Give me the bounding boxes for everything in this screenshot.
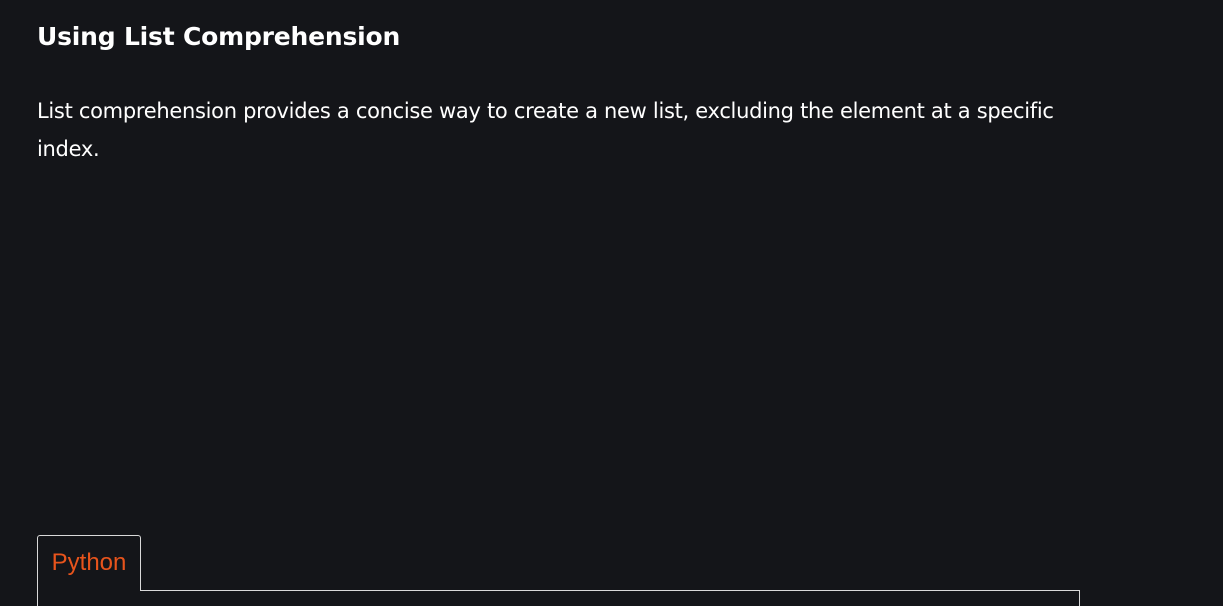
code-panel bbox=[37, 590, 1080, 606]
tab-python[interactable]: Python bbox=[37, 535, 141, 591]
code-block: Python bbox=[37, 535, 1080, 606]
article-page: Using List Comprehension List comprehens… bbox=[0, 0, 1223, 606]
section-description: List comprehension provides a concise wa… bbox=[37, 99, 1054, 161]
section-heading: Using List Comprehension bbox=[37, 22, 401, 51]
